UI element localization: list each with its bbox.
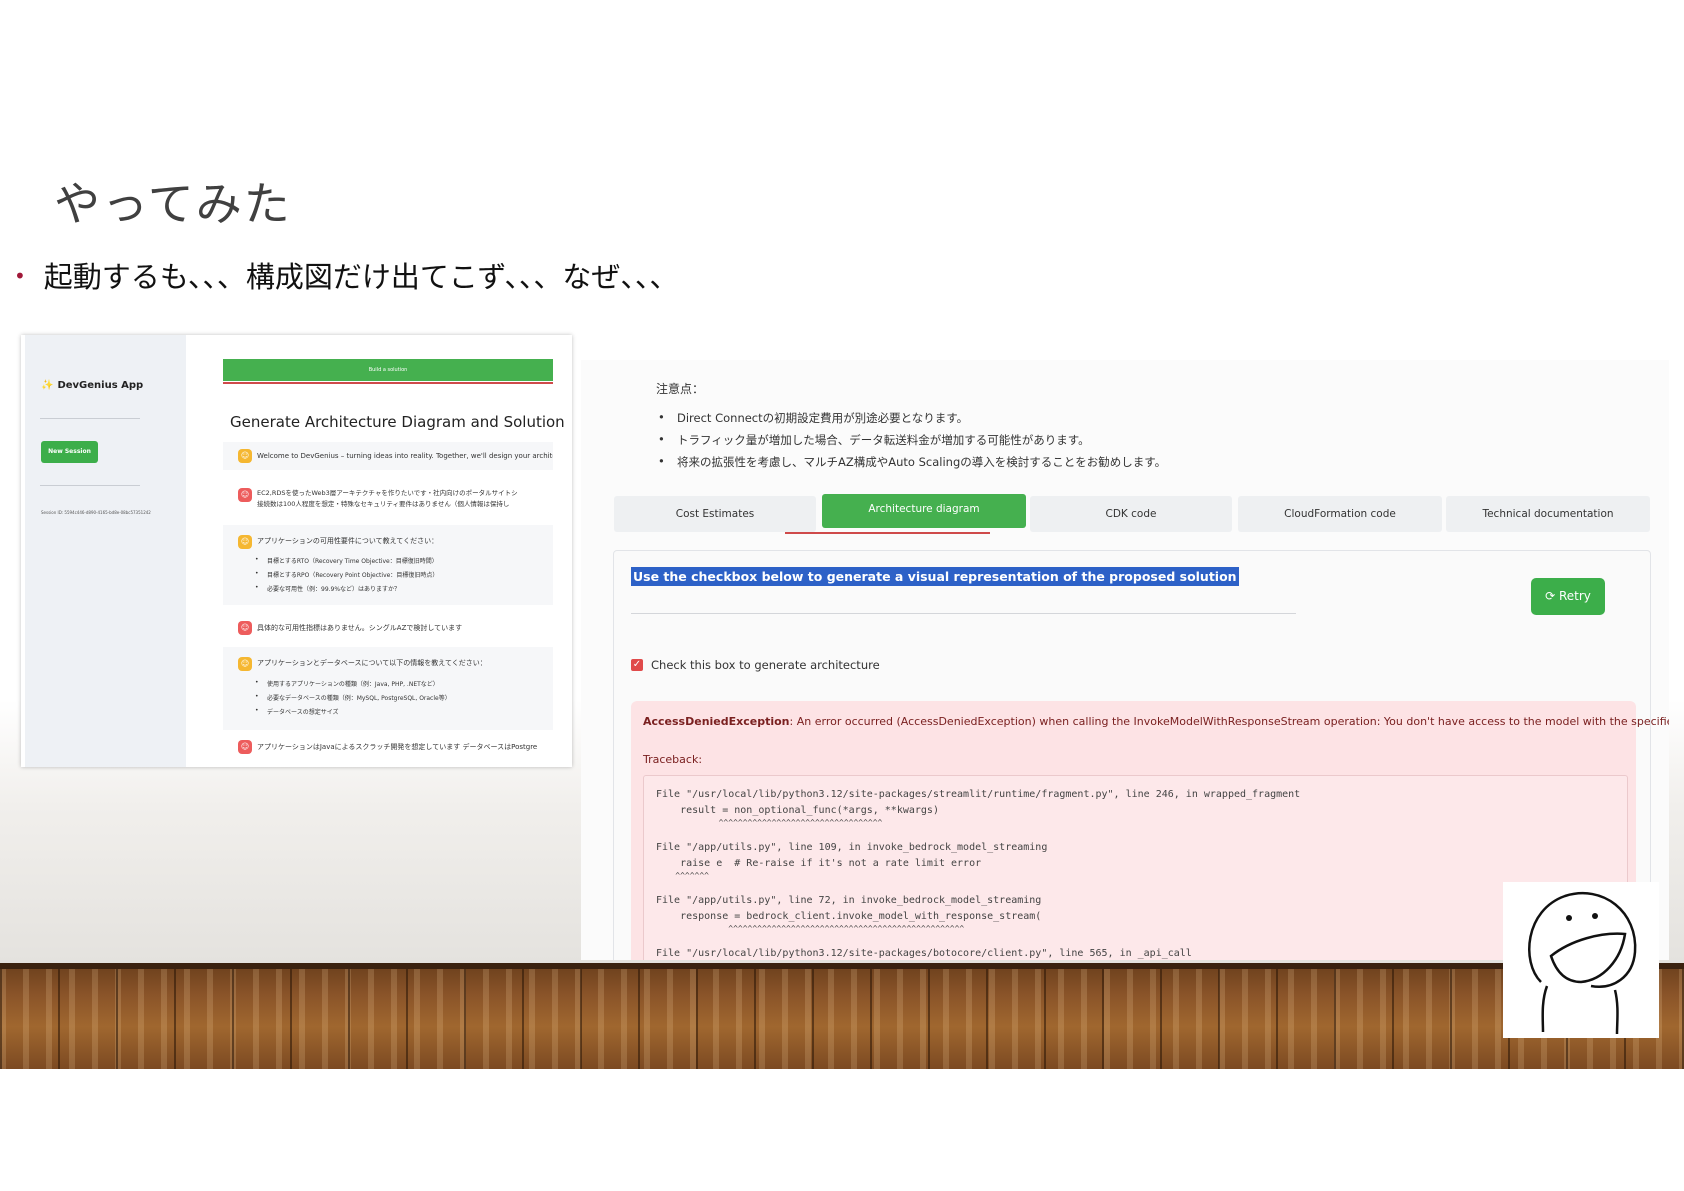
new-session-button[interactable]: New Session (41, 441, 98, 463)
message-text: Welcome to DevGenius – turning ideas int… (257, 452, 553, 460)
slide-bullet: • 起動するも、、、構成図だけ出てこず、、、なぜ、、、 (14, 254, 678, 296)
traceback-line: ^^^^^^^ (656, 871, 709, 880)
retry-button[interactable]: ⟳ Retry (1531, 578, 1605, 615)
user-avatar-icon: ☺ (238, 488, 252, 502)
sparkle-icon: ✨ (41, 380, 54, 391)
tab-cdk-code[interactable]: CDK code (1030, 496, 1232, 532)
active-tab-underline (785, 532, 990, 534)
chat-message: ☺ アプリケーションとデータベースについて以下の情報を教えてください： 使用する… (223, 647, 553, 730)
error-text: : An error occurred (AccessDeniedExcepti… (789, 715, 1669, 728)
active-underline (223, 382, 553, 384)
tab-architecture-diagram[interactable]: Architecture diagram (822, 494, 1026, 528)
traceback-line: File "/app/utils.py", line 109, in invok… (656, 842, 1048, 853)
chat-message: ☺ 具体的な可用性指標はありません。シングルAZで検討しています (223, 613, 553, 643)
list-item: データベースの想定サイズ (255, 707, 338, 716)
divider (631, 613, 1296, 614)
list-item: 目標とするRTO（Recovery Time Objective：目標復旧時間） (255, 556, 438, 565)
build-solution-button[interactable]: Build a solution (223, 359, 553, 381)
meme-doodle-image (1503, 882, 1659, 1038)
assistant-avatar-icon: ☺ (238, 535, 252, 549)
error-box: AccessDeniedException: An error occurred… (631, 701, 1669, 960)
message-text: 具体的な可用性指標はありません。シングルAZで検討しています (257, 624, 463, 632)
message-text: 接続数は100人程度を想定・特殊なセキュリティ要件はありません（個人情報は保持し (257, 500, 510, 508)
session-id: Session ID: 5594c446-d890-4165-bd8e-08bc… (41, 510, 151, 515)
chat-message: ☺ アプリケーションはJavaによるスクラッチ開発を想定しています データベース… (223, 732, 553, 762)
tab-bar: Cost Estimates Architecture diagram CDK … (614, 494, 1650, 532)
notice-item: Direct Connectの初期設定費用が別途必要となります。 (658, 410, 968, 426)
list-item: 使用するアプリケーションの種類（例：Java, PHP, .NETなど） (255, 679, 439, 688)
traceback-label: Traceback: (643, 753, 703, 766)
list-item: 必要な可用性（例：99.9%など）はありますか？ (255, 584, 400, 593)
message-text: アプリケーションはJavaによるスクラッチ開発を想定しています データベースはP… (257, 743, 538, 751)
error-type: AccessDeniedException (643, 715, 790, 728)
app-name: ✨ DevGenius App (41, 380, 143, 391)
list-item: 必要なデータベースの種類（例：MySQL, PostgreSQL, Oracle… (255, 693, 451, 702)
traceback-line: File "/app/utils.py", line 72, in invoke… (656, 895, 1042, 906)
traceback-block: File "/usr/local/lib/python3.12/site-pac… (643, 775, 1628, 960)
message-text: アプリケーションの可用性要件について教えてください： (257, 537, 439, 545)
instruction-text: Use the checkbox below to generate a vis… (631, 567, 1239, 586)
notice-item: トラフィック量が増加した場合、データ転送料金が増加する可能性があります。 (658, 432, 1090, 448)
slide-title: やってみた (54, 177, 292, 231)
wood-floor-background (0, 963, 1684, 1069)
chat-message: ☺ Welcome to DevGenius – turning ideas i… (223, 442, 553, 470)
chat-main: Build a solution Generate Architecture D… (223, 335, 572, 767)
architecture-panel: Use the checkbox below to generate a vis… (613, 550, 1669, 960)
traceback-line: File "/usr/local/lib/python3.12/site-pac… (656, 948, 1192, 959)
traceback-line: raise e # Re-raise if it's not a rate li… (656, 858, 982, 869)
sidebar-divider (40, 418, 140, 419)
assistant-avatar-icon: ☺ (238, 657, 252, 671)
left-screenshot: ✨ DevGenius App New Session Session ID: 5… (21, 335, 572, 767)
traceback-line: result = non_optional_func(*args, **kwar… (656, 805, 939, 816)
user-avatar-icon: ☺ (238, 740, 252, 754)
page-heading: Generate Architecture Diagram and Soluti… (230, 413, 565, 431)
traceback-line: response = bedrock_client.invoke_model_w… (656, 911, 1042, 922)
tab-cloudformation-code[interactable]: CloudFormation code (1238, 496, 1442, 532)
assistant-avatar-icon: ☺ (238, 449, 252, 463)
refresh-icon: ⟳ (1545, 589, 1559, 603)
traceback-line: ^^^^^^^^^^^^^^^^^^^^^^^^^^^^^^^^^^ (656, 818, 883, 827)
slide-bullet-text: 起動するも、、、構成図だけ出てこず、、、なぜ、、、 (43, 260, 679, 294)
doodle-face-icon (1528, 891, 1637, 1035)
notice-item: 将来の拡張性を考慮し、マルチAZ構成やAuto Scalingの導入を検討するこ… (658, 454, 1166, 470)
traceback-line: File "/usr/local/lib/python3.12/site-pac… (656, 789, 1301, 800)
traceback-line: ^^^^^^^^^^^^^^^^^^^^^^^^^^^^^^^^^^^^^^^^… (656, 924, 965, 933)
error-message: AccessDeniedException: An error occurred… (643, 715, 1669, 728)
sidebar: ✨ DevGenius App New Session Session ID: 5… (25, 335, 186, 767)
bullet-dot-icon: • (14, 264, 26, 288)
message-text: EC2,RDSを使ったWeb3層アーキテクチャを作りたいです・社内向けのポータル… (257, 489, 518, 497)
message-text: アプリケーションとデータベースについて以下の情報を教えてください： (257, 659, 487, 667)
notice-heading: 注意点： (656, 382, 705, 396)
tab-technical-documentation[interactable]: Technical documentation (1446, 496, 1650, 532)
chat-message: ☺ アプリケーションの可用性要件について教えてください： 目標とするRTO（Re… (223, 525, 553, 605)
list-item: 目標とするRPO（Recovery Point Objective：目標復旧時点… (255, 570, 438, 579)
tab-cost-estimates[interactable]: Cost Estimates (614, 496, 816, 532)
retry-label: Retry (1558, 589, 1591, 603)
sidebar-divider (40, 485, 140, 486)
user-avatar-icon: ☺ (238, 621, 252, 635)
app-name-text: DevGenius App (57, 380, 144, 391)
generate-architecture-checkbox[interactable]: ✓ (631, 659, 643, 671)
right-screenshot: 注意点： Direct Connectの初期設定費用が別途必要となります。 トラ… (581, 360, 1669, 960)
chat-message: ☺ EC2,RDSを使ったWeb3層アーキテクチャを作りたいです・社内向けのポー… (223, 480, 553, 518)
checkbox-label: Check this box to generate architecture (651, 658, 880, 672)
